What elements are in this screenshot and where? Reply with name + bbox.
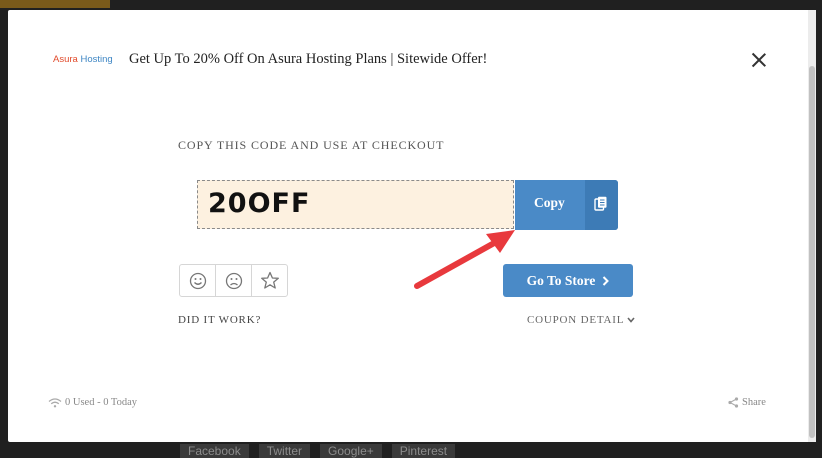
chevron-down-icon: [627, 317, 635, 323]
copy-button-label: Copy: [534, 195, 565, 210]
go-to-store-button[interactable]: Go To Store: [503, 264, 633, 297]
store-logo: Asura Hosting: [53, 54, 113, 65]
share-icon: [728, 397, 739, 408]
logo-part-asura: Asura: [53, 54, 78, 65]
usage-count: 0 Used - 0 Today: [65, 397, 137, 408]
coupon-detail-label: COUPON DETAIL: [527, 314, 625, 326]
copy-icon-area: [585, 180, 618, 230]
pinterest-share-button: Pinterest: [391, 444, 456, 458]
close-icon[interactable]: [749, 50, 769, 70]
background-banner: [0, 0, 110, 8]
happy-face-icon[interactable]: [180, 265, 216, 296]
star-icon[interactable]: [252, 265, 287, 296]
coupon-title: Get Up To 20% Off On Asura Hosting Plans…: [129, 51, 488, 67]
vote-buttons: [179, 264, 288, 297]
facebook-share-button: Facebook: [180, 444, 249, 458]
modal-scrollbar[interactable]: [808, 10, 816, 442]
scrollbar-thumb[interactable]: [809, 66, 815, 438]
copy-instruction: COPY THIS CODE AND USE AT CHECKOUT: [178, 138, 445, 152]
share-button[interactable]: Share: [728, 397, 766, 408]
sad-face-icon[interactable]: [216, 265, 252, 296]
copy-button[interactable]: Copy: [515, 180, 618, 230]
copy-icon: [594, 196, 607, 211]
logo-part-hosting: Hosting: [80, 54, 113, 65]
coupon-modal: Asura Hosting Get Up To 20% Off On Asura…: [8, 10, 816, 442]
did-it-work-label: DID IT WORK?: [178, 314, 262, 326]
coupon-code: 20OFF: [208, 188, 311, 219]
twitter-share-button: Twitter: [258, 444, 311, 458]
background-social-bar: Facebook Twitter Google+ Pinterest: [180, 444, 456, 458]
googleplus-share-button: Google+: [320, 444, 382, 458]
chevron-right-icon: [603, 275, 610, 286]
coupon-detail-toggle[interactable]: COUPON DETAIL: [527, 314, 635, 326]
wifi-icon: [48, 397, 62, 407]
usage-stats: 0 Used - 0 Today: [48, 397, 137, 408]
go-to-store-label: Go To Store: [526, 272, 596, 288]
share-label: Share: [742, 397, 766, 408]
